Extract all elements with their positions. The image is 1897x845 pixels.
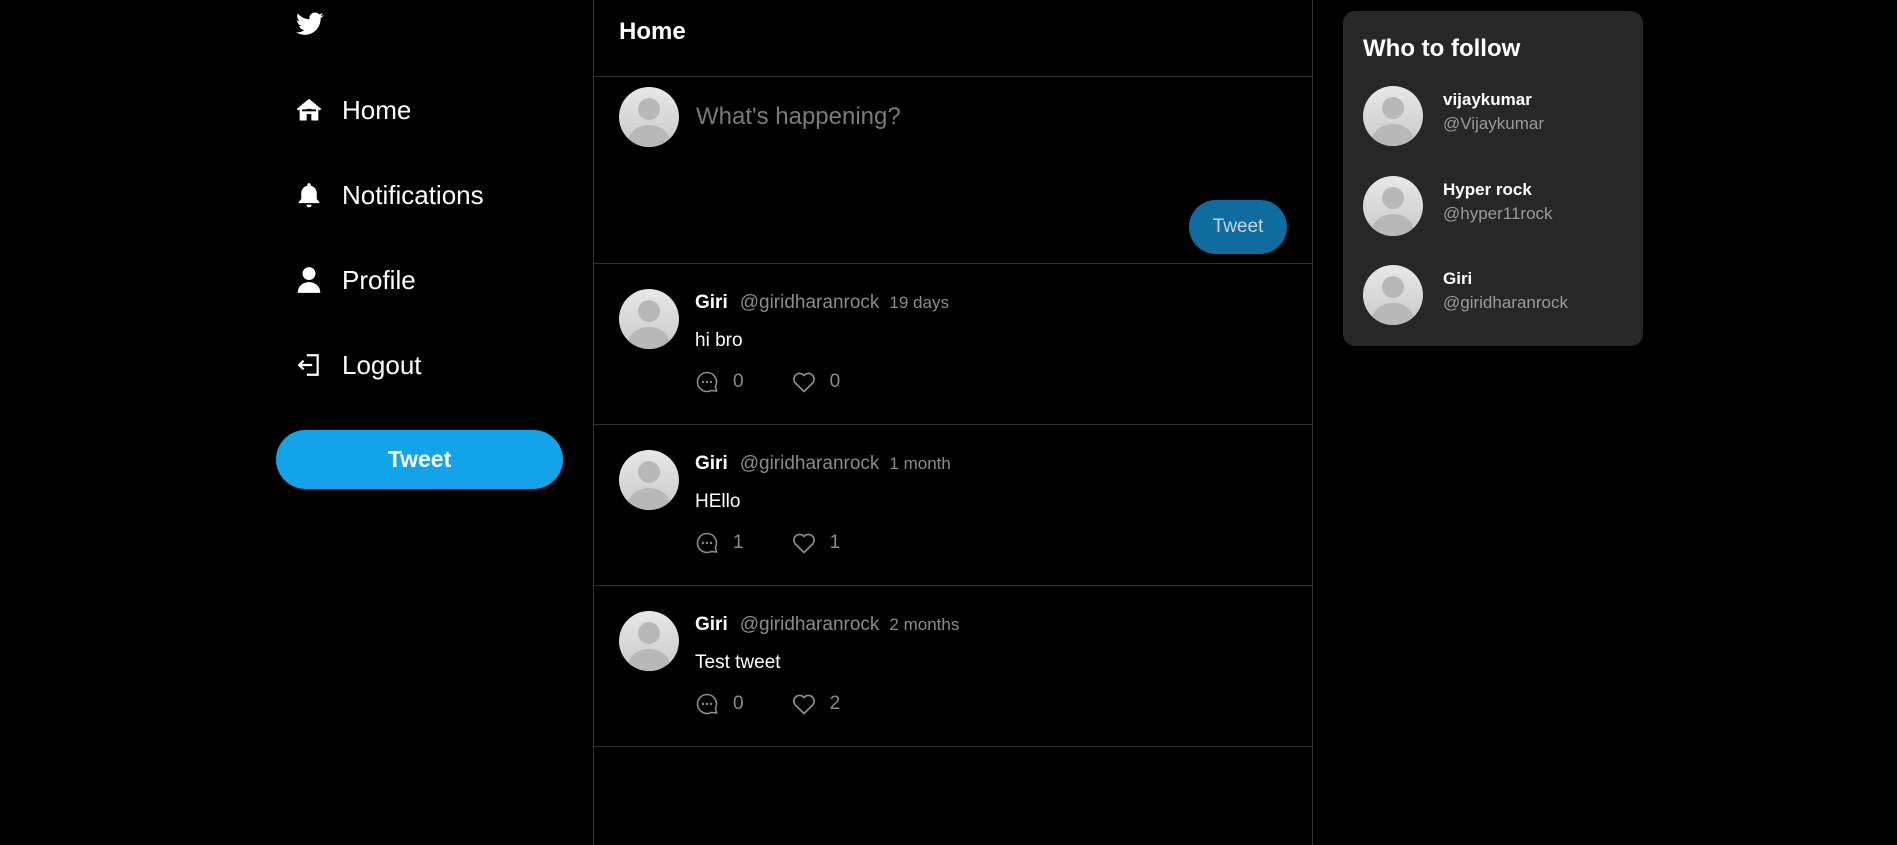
avatar xyxy=(619,87,679,147)
sidebar-item-profile[interactable]: Profile xyxy=(294,258,416,302)
who-to-follow-panel: Who to follow vijaykumar @Vijaykumar Hyp… xyxy=(1343,11,1643,346)
sidebar-item-logout[interactable]: Logout xyxy=(294,343,422,387)
heart-icon xyxy=(792,372,815,393)
like-button[interactable]: 0 xyxy=(792,371,841,393)
logout-icon xyxy=(294,350,324,380)
follow-suggestion[interactable]: Giri @giridharanrock xyxy=(1363,265,1623,327)
tweet-author-name[interactable]: Giri xyxy=(695,292,728,314)
reply-button[interactable]: 0 xyxy=(695,692,744,716)
page-title: Home xyxy=(619,18,686,45)
sidebar-item-label: Home xyxy=(342,94,412,125)
like-button[interactable]: 2 xyxy=(792,693,841,715)
tweet-item[interactable]: Giri @giridharanrock 19 days hi bro 0 0 xyxy=(594,264,1312,425)
sidebar-item-notifications[interactable]: Notifications xyxy=(294,173,484,217)
bell-icon xyxy=(294,180,324,210)
comment-icon xyxy=(696,532,718,554)
tweet-actions: 0 0 xyxy=(695,370,840,394)
tweet-text: hi bro xyxy=(695,330,743,351)
follow-suggestion[interactable]: vijaykumar @Vijaykumar xyxy=(1363,86,1623,148)
tweet-actions: 1 1 xyxy=(695,531,840,555)
home-icon xyxy=(294,95,324,125)
follow-suggestion[interactable]: Hyper rock @hyper11rock xyxy=(1363,176,1623,238)
tweet-text: HEllo xyxy=(695,491,741,512)
avatar xyxy=(1363,265,1423,325)
suggestion-name: Giri xyxy=(1443,269,1473,288)
suggestion-handle: @Vijaykumar xyxy=(1443,114,1545,133)
avatar[interactable] xyxy=(619,450,679,510)
suggestion-handle: @hyper11rock xyxy=(1443,204,1553,223)
sidebar: Home Notifications Profile Logout Tweet xyxy=(276,0,566,845)
like-button[interactable]: 1 xyxy=(792,532,841,554)
sidebar-item-home[interactable]: Home xyxy=(294,88,411,132)
tweet-header: Giri @giridharanrock 2 months xyxy=(695,614,959,636)
twitter-bird-icon[interactable] xyxy=(296,12,330,42)
like-count: 1 xyxy=(829,532,841,553)
avatar xyxy=(1363,86,1423,146)
tweet-timestamp: 19 days xyxy=(889,293,949,312)
sidebar-tweet-button[interactable]: Tweet xyxy=(276,430,563,489)
tweet-author-name[interactable]: Giri xyxy=(695,614,728,636)
tweet-actions: 0 2 xyxy=(695,692,840,716)
sidebar-item-label: Profile xyxy=(342,264,416,295)
tweet-header: Giri @giridharanrock 1 month xyxy=(695,453,951,475)
user-icon xyxy=(294,265,324,295)
like-count: 0 xyxy=(829,371,841,392)
tweet-timestamp: 2 months xyxy=(889,615,960,634)
compose-box: Tweet xyxy=(594,77,1312,264)
suggestion-handle: @giridharanrock xyxy=(1443,293,1568,312)
tweet-author-name[interactable]: Giri xyxy=(695,453,728,475)
tweet-author-handle[interactable]: @giridharanrock xyxy=(740,453,880,475)
heart-icon xyxy=(792,533,815,554)
reply-count: 0 xyxy=(733,371,744,392)
tweet-item[interactable]: Giri @giridharanrock 2 months Test tweet… xyxy=(594,586,1312,747)
feed-header: Home xyxy=(594,0,1312,77)
reply-count: 0 xyxy=(733,693,744,714)
tweet-author-handle[interactable]: @giridharanrock xyxy=(740,614,880,636)
reply-count: 1 xyxy=(733,532,744,553)
like-count: 2 xyxy=(829,693,841,714)
avatar[interactable] xyxy=(619,289,679,349)
tweet-text: Test tweet xyxy=(695,652,781,673)
suggestion-name: vijaykumar xyxy=(1443,90,1532,109)
tweet-header: Giri @giridharanrock 19 days xyxy=(695,292,949,314)
tweet-item[interactable]: Giri @giridharanrock 1 month HEllo 1 1 xyxy=(594,425,1312,586)
compose-input[interactable] xyxy=(694,92,1254,142)
comment-icon xyxy=(696,371,718,393)
suggestion-name: Hyper rock xyxy=(1443,180,1532,199)
heart-icon xyxy=(792,694,815,715)
reply-button[interactable]: 0 xyxy=(695,370,744,394)
compose-tweet-button[interactable]: Tweet xyxy=(1189,200,1287,254)
avatar xyxy=(1363,176,1423,236)
avatar[interactable] xyxy=(619,611,679,671)
main-feed: Home Tweet Giri @giridharanrock 19 days … xyxy=(593,0,1313,845)
sidebar-item-label: Notifications xyxy=(342,179,484,210)
tweet-author-handle[interactable]: @giridharanrock xyxy=(740,292,880,314)
sidebar-item-label: Logout xyxy=(342,349,422,380)
comment-icon xyxy=(696,693,718,715)
who-to-follow-title: Who to follow xyxy=(1363,35,1521,62)
reply-button[interactable]: 1 xyxy=(695,531,744,555)
tweet-timestamp: 1 month xyxy=(889,454,951,473)
